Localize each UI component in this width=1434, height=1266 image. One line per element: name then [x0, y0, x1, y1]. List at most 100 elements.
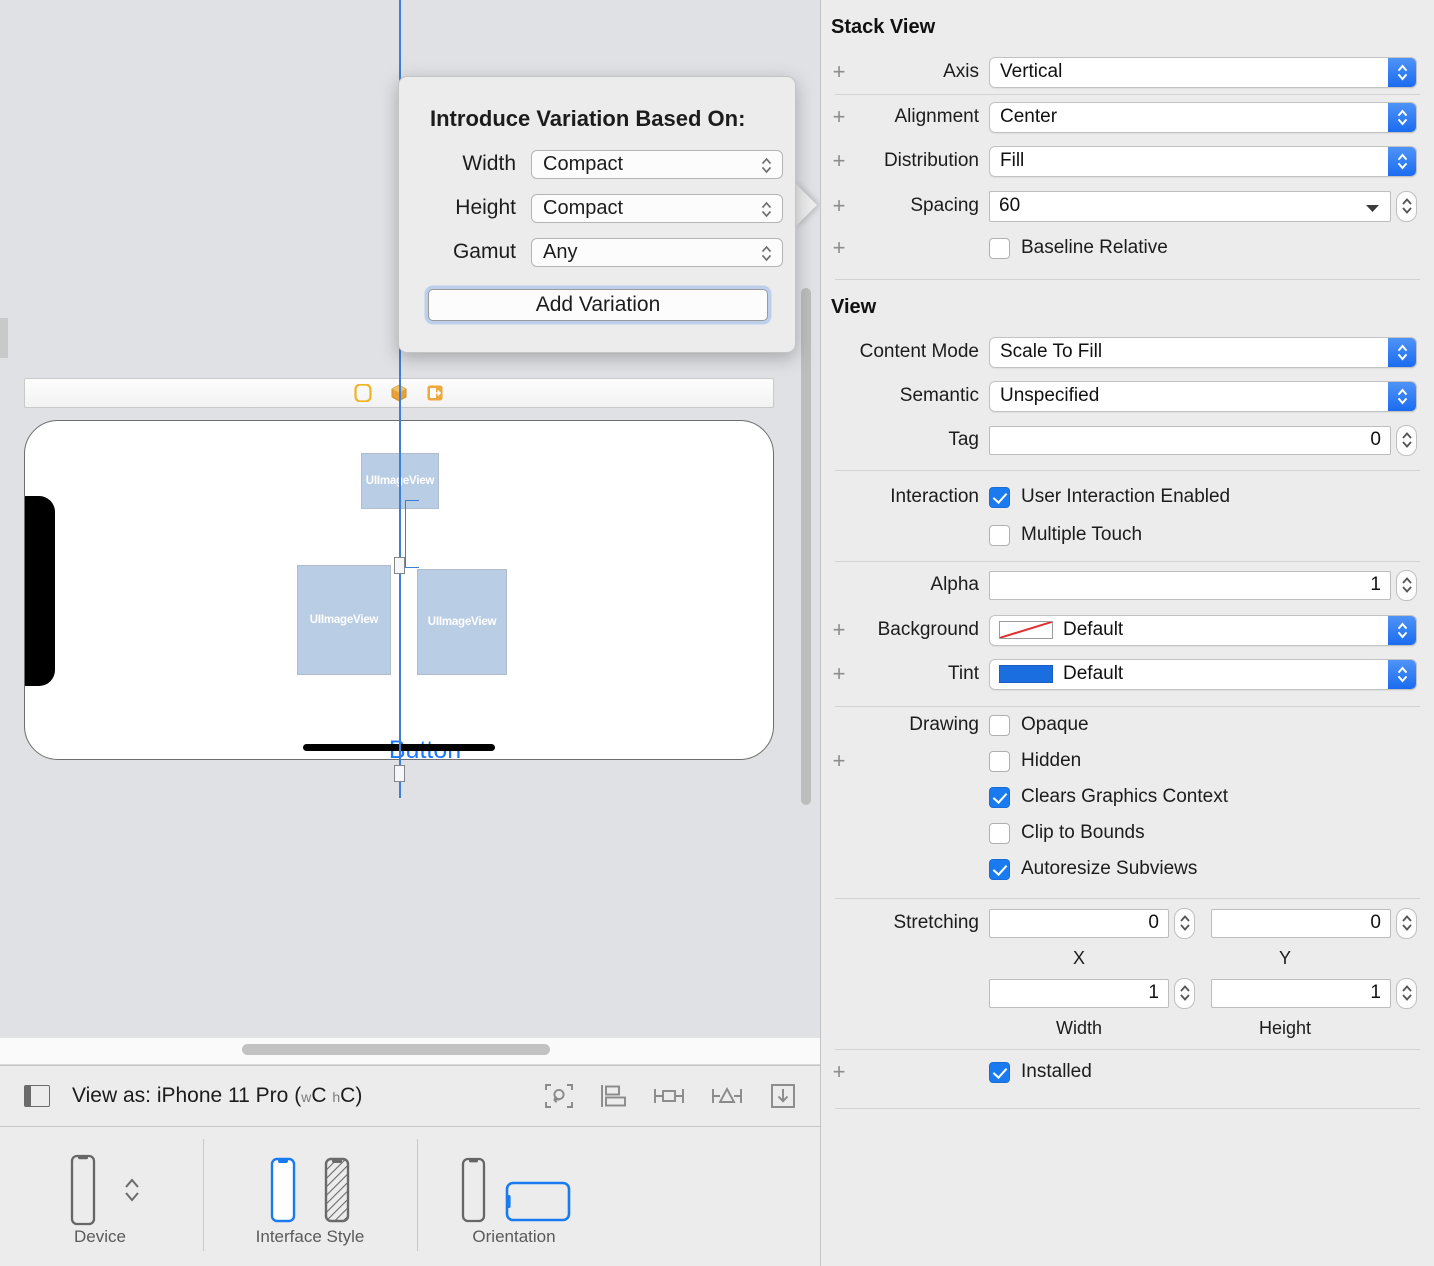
clip-to-bounds-label: Clip to Bounds	[1021, 822, 1145, 843]
alpha-field[interactable]: 1	[989, 570, 1391, 600]
image-view-right[interactable]: UIImageView	[417, 569, 507, 675]
user-interaction-enabled-label: User Interaction Enabled	[1021, 486, 1231, 507]
semantic-popup[interactable]: Unspecified	[989, 380, 1417, 412]
opaque-row[interactable]: Opaque	[989, 714, 1089, 736]
distribution-add-variation-icon[interactable]: +	[831, 150, 847, 172]
alignment-add-variation-icon[interactable]: +	[831, 106, 847, 128]
spacing-combo[interactable]: 60	[989, 190, 1391, 222]
align-icon[interactable]	[598, 1082, 628, 1110]
canvas-horizontal-scrollbar-thumb[interactable]	[242, 1044, 550, 1055]
row-multiple-touch: Multiple Touch	[821, 517, 1434, 553]
introduce-variation-popover[interactable]: Introduce Variation Based On: Width Comp…	[398, 76, 796, 353]
stretching-width-field[interactable]: 1	[989, 978, 1169, 1008]
hidden-checkbox[interactable]	[989, 750, 1010, 772]
clears-graphics-context-label: Clears Graphics Context	[1021, 786, 1228, 807]
clip-to-bounds-checkbox[interactable]	[989, 822, 1010, 844]
clears-graphics-context-checkbox[interactable]	[989, 786, 1010, 808]
device-phone-icon[interactable]	[58, 1153, 108, 1227]
spacing-add-variation-icon[interactable]: +	[831, 195, 847, 217]
stretching-x-stepper[interactable]	[1174, 907, 1195, 939]
stretching-y-field[interactable]: 0	[1211, 908, 1391, 938]
baseline-add-variation-icon[interactable]: +	[831, 237, 847, 259]
content-mode-popup[interactable]: Scale To Fill	[989, 336, 1417, 368]
tag-field[interactable]: 0	[989, 425, 1391, 455]
installed-row[interactable]: Installed	[989, 1061, 1092, 1083]
tint-popup[interactable]: Default	[989, 658, 1417, 690]
interface-style-light-icon[interactable]	[263, 1153, 303, 1227]
background-popup[interactable]: Default	[989, 614, 1417, 646]
tint-add-variation-icon[interactable]: +	[831, 663, 847, 685]
stretching-height-stepper[interactable]	[1396, 977, 1417, 1009]
row-autoresize-subviews: Autoresize Subviews	[821, 851, 1434, 887]
axis-add-variation-icon[interactable]: +	[831, 61, 847, 83]
chevron-updown-icon	[761, 201, 772, 217]
chevron-updown-icon	[1388, 146, 1416, 176]
user-interaction-enabled-row[interactable]: User Interaction Enabled	[989, 486, 1230, 508]
row-alpha: Alpha 1	[821, 562, 1434, 608]
axis-popup[interactable]: Vertical	[989, 56, 1417, 88]
canvas-left-scrollbar[interactable]	[0, 318, 8, 358]
stretching-height-field[interactable]: 1	[1211, 978, 1391, 1008]
multiple-touch-row[interactable]: Multiple Touch	[989, 524, 1142, 546]
width-value: Compact	[543, 152, 624, 175]
row-alignment: + Alignment Center	[821, 95, 1434, 139]
device-stepper-icon[interactable]	[122, 1173, 142, 1207]
user-interaction-enabled-checkbox[interactable]	[989, 486, 1010, 508]
hidden-add-variation-icon[interactable]: +	[831, 750, 847, 772]
canvas-vertical-scrollbar[interactable]	[801, 288, 811, 805]
baseline-relative-checkbox-row[interactable]: Baseline Relative	[989, 237, 1168, 259]
background-value: Default	[1063, 619, 1124, 640]
height-value: Compact	[543, 196, 624, 219]
tag-label: Tag	[948, 429, 979, 450]
autoresize-subviews-checkbox[interactable]	[989, 858, 1010, 880]
update-frames-icon[interactable]	[544, 1082, 574, 1110]
view-controller-icon[interactable]	[354, 384, 372, 402]
stretching-width-stepper[interactable]	[1174, 977, 1195, 1009]
tag-stepper[interactable]	[1396, 424, 1417, 456]
width-select[interactable]: Compact	[531, 149, 783, 179]
spacing-constraint-bracket[interactable]	[405, 500, 419, 568]
attributes-inspector[interactable]: Stack View + Axis Vertical + Alignment C…	[820, 0, 1434, 1266]
row-spacing: + Spacing 60	[821, 183, 1434, 229]
spacing-stepper[interactable]	[1396, 190, 1417, 222]
installed-checkbox[interactable]	[989, 1061, 1010, 1083]
gamut-select[interactable]: Any	[531, 237, 783, 267]
alpha-stepper[interactable]	[1396, 569, 1417, 601]
traits-bar: Device Interface Style Orientation	[0, 1127, 820, 1266]
row-axis: + Axis Vertical	[821, 50, 1434, 94]
panel-toggle-icon[interactable]	[24, 1085, 50, 1107]
selection-handle-bottom[interactable]	[394, 765, 405, 782]
installed-add-variation-icon[interactable]: +	[831, 1061, 847, 1083]
exit-icon[interactable]	[426, 384, 444, 402]
pin-icon[interactable]	[652, 1082, 686, 1110]
hidden-row[interactable]: Hidden	[989, 750, 1081, 772]
opaque-checkbox[interactable]	[989, 714, 1010, 736]
canvas-horizontal-scrollbar-track[interactable]	[0, 1037, 820, 1065]
gamut-value: Any	[543, 240, 578, 263]
tint-value: Default	[1063, 663, 1124, 684]
chevron-updown-icon	[1388, 57, 1416, 87]
selection-handle-middle[interactable]	[394, 557, 405, 574]
chevron-down-icon[interactable]	[1365, 204, 1380, 213]
multiple-touch-checkbox[interactable]	[989, 524, 1010, 546]
tint-color-swatch-icon	[999, 665, 1053, 683]
background-add-variation-icon[interactable]: +	[831, 619, 847, 641]
orientation-portrait-icon[interactable]	[453, 1153, 493, 1227]
stretching-x-field[interactable]: 0	[989, 908, 1169, 938]
alignment-popup[interactable]: Center	[989, 101, 1417, 133]
clip-to-bounds-row[interactable]: Clip to Bounds	[989, 822, 1145, 844]
height-select[interactable]: Compact	[531, 193, 783, 223]
interface-style-dark-icon[interactable]	[317, 1153, 357, 1227]
distribution-popup[interactable]: Fill	[989, 145, 1417, 177]
clears-graphics-context-row[interactable]: Clears Graphics Context	[989, 786, 1228, 808]
width-trait-subscript: w	[301, 1089, 312, 1105]
stretching-y-stepper[interactable]	[1396, 907, 1417, 939]
image-view-left[interactable]: UIImageView	[297, 565, 391, 675]
embed-in-icon[interactable]	[768, 1082, 798, 1110]
add-variation-button[interactable]: Add Variation	[428, 289, 768, 321]
view-as-label[interactable]: View as: iPhone 11 Pro (wC hC)	[72, 1084, 362, 1108]
autoresize-subviews-row[interactable]: Autoresize Subviews	[989, 858, 1197, 880]
image-view-label: UIImageView	[309, 614, 379, 626]
baseline-relative-checkbox[interactable]	[989, 237, 1010, 259]
resolve-auto-layout-issues-icon[interactable]	[710, 1082, 744, 1110]
